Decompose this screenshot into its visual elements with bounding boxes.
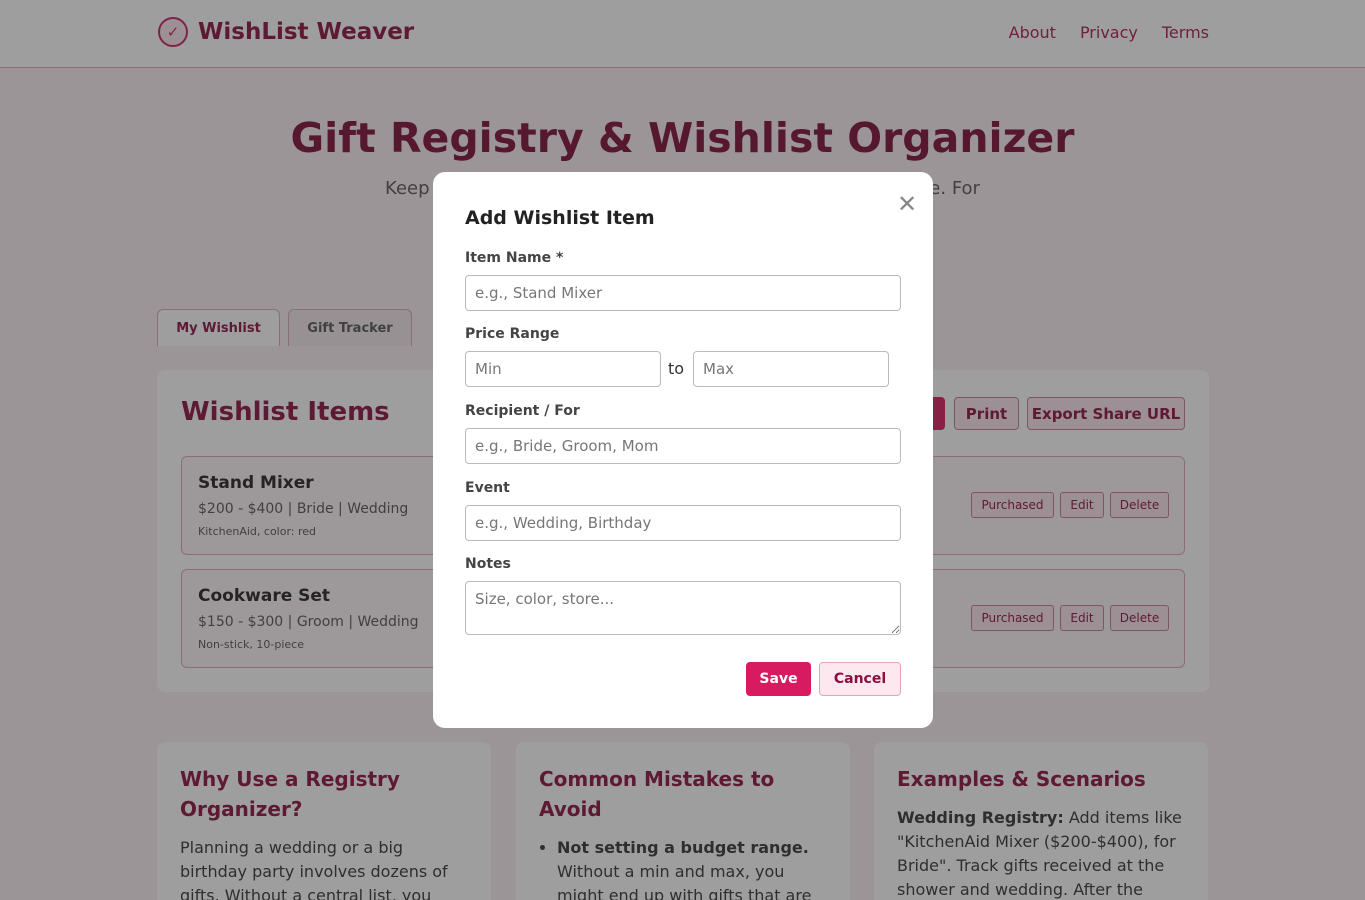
notes-label: Notes — [465, 556, 511, 572]
item-name-label: Item Name * — [465, 250, 564, 266]
price-to-label: to — [668, 359, 685, 378]
recipient-input[interactable] — [465, 428, 901, 464]
cancel-button[interactable]: Cancel — [819, 662, 901, 696]
event-label: Event — [465, 480, 510, 496]
notes-textarea[interactable] — [465, 581, 901, 635]
price-range-label: Price Range — [465, 326, 560, 342]
modal-title: Add Wishlist Item — [465, 207, 655, 229]
close-icon[interactable]: ✕ — [897, 192, 917, 216]
recipient-label: Recipient / For — [465, 403, 580, 419]
item-name-input[interactable] — [465, 275, 901, 311]
add-item-modal: Add Wishlist Item ✕ Item Name * Price Ra… — [433, 172, 933, 728]
event-input[interactable] — [465, 505, 901, 541]
price-min-input[interactable] — [465, 351, 661, 387]
save-button[interactable]: Save — [746, 662, 811, 696]
price-max-input[interactable] — [693, 351, 889, 387]
